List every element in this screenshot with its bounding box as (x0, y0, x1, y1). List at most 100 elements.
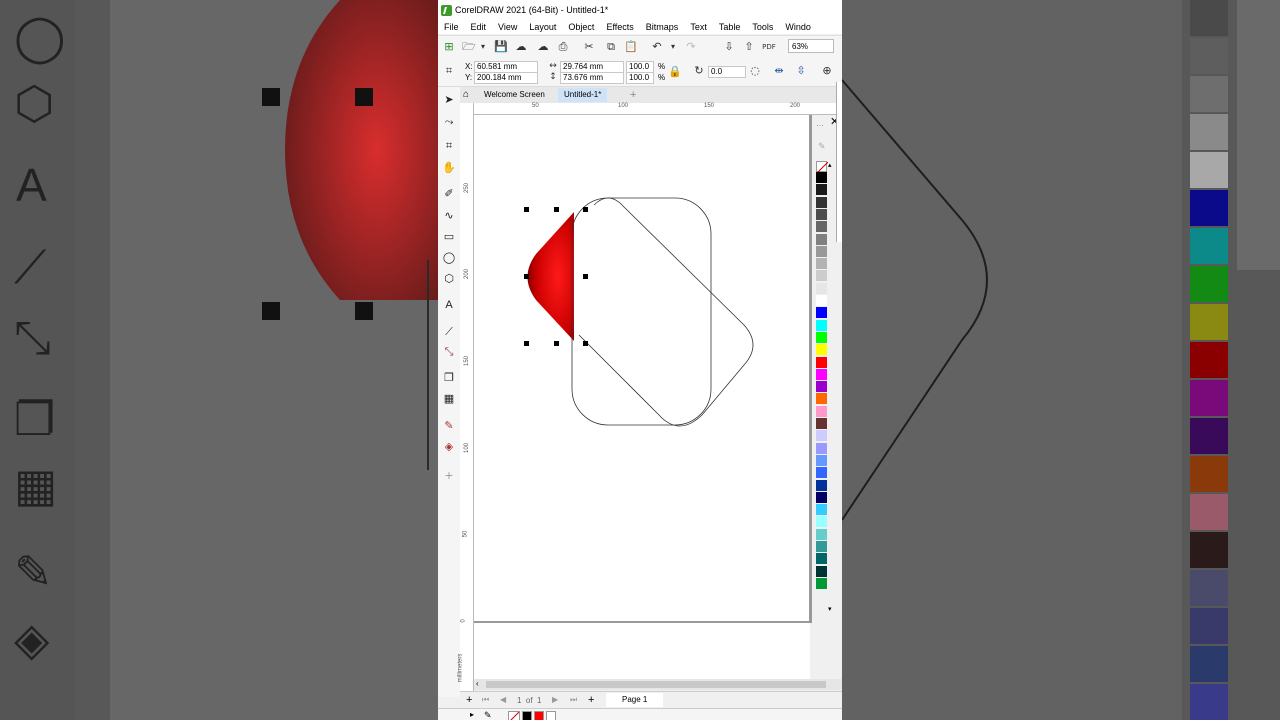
parallel-dimension-tool-icon[interactable]: ⟋ (442, 325, 456, 339)
palette-color-swatch[interactable] (816, 479, 827, 491)
palette-color-swatch[interactable] (816, 565, 827, 577)
palette-color-swatch[interactable] (816, 381, 827, 393)
mirror-horizontal-icon[interactable]: ⇹ (772, 64, 786, 78)
cloud-upload-icon[interactable]: ☁ (514, 40, 528, 54)
document-color-swatch[interactable] (522, 711, 532, 720)
palette-scroll-up-icon[interactable]: ▴ (828, 161, 832, 169)
rectangle-tool-icon[interactable]: ▭ (442, 230, 456, 244)
cloud-download-icon[interactable]: ☁ (536, 40, 550, 54)
open-dropdown-icon[interactable]: ▾ (476, 40, 490, 54)
no-fill-swatch[interactable] (816, 161, 829, 174)
mirror-vertical-icon[interactable]: ⇳ (794, 64, 808, 78)
palette-color-swatch[interactable] (816, 270, 827, 282)
palette-color-swatch[interactable] (816, 442, 827, 454)
next-page-icon[interactable]: ▶ (552, 695, 558, 704)
undo-icon[interactable]: ↶ (650, 40, 664, 54)
drawing-canvas[interactable] (474, 115, 810, 685)
palette-color-swatch[interactable] (816, 516, 827, 528)
palette-color-swatch[interactable] (816, 319, 827, 331)
export-icon[interactable]: ⇧ (742, 40, 756, 54)
palette-color-swatch[interactable] (816, 196, 827, 208)
pick-tool-icon[interactable]: ➤ (442, 93, 456, 107)
palette-color-swatch[interactable] (816, 356, 827, 368)
pan-tool-icon[interactable]: ✋ (442, 161, 456, 175)
add-tab-button[interactable]: + (624, 88, 642, 102)
origin-icon[interactable]: ◌ (748, 64, 762, 78)
menu-layout[interactable]: Layout (523, 22, 562, 32)
palette-color-swatch[interactable] (816, 295, 827, 306)
new-document-icon[interactable]: ⊞ (442, 40, 456, 54)
connector-tool-icon[interactable]: ⤡ (442, 345, 456, 359)
ellipse-tool-icon[interactable]: ◯ (442, 251, 456, 265)
menu-window[interactable]: Windo (779, 22, 817, 32)
palette-color-swatch[interactable] (816, 208, 827, 220)
palette-color-swatch[interactable] (816, 184, 827, 196)
selection-handle[interactable] (524, 341, 529, 346)
y-position-input[interactable]: 200.184 mm (474, 72, 538, 84)
palette-color-swatch[interactable] (816, 393, 827, 405)
menu-text[interactable]: Text (684, 22, 713, 32)
scroll-left-icon[interactable]: ‹ (476, 679, 479, 688)
scale-height-input[interactable]: 100.0 (626, 72, 654, 84)
zoom-level-input[interactable]: 63% (788, 39, 834, 53)
menu-table[interactable]: Table (713, 22, 747, 32)
palette-color-swatch[interactable] (816, 405, 827, 417)
paste-icon[interactable]: 📋 (624, 40, 638, 54)
menu-effects[interactable]: Effects (600, 22, 639, 32)
palette-color-swatch[interactable] (816, 504, 827, 516)
add-page-before-icon[interactable]: + (466, 694, 472, 706)
menu-edit[interactable]: Edit (465, 22, 493, 32)
add-tool-icon[interactable]: + (442, 469, 456, 483)
menu-tools[interactable]: Tools (746, 22, 779, 32)
tab-welcome-screen[interactable]: Welcome Screen (478, 88, 551, 102)
document-color-swatch[interactable] (546, 711, 556, 720)
selection-handle[interactable] (583, 207, 588, 212)
home-icon[interactable]: ⌂ (460, 88, 476, 102)
wrap-text-icon[interactable]: ⊕ (820, 64, 834, 78)
document-color-swatch[interactable] (534, 711, 544, 720)
lock-ratio-icon[interactable]: 🔒 (668, 65, 682, 79)
palette-color-swatch[interactable] (816, 528, 827, 540)
palette-color-swatch[interactable] (816, 258, 827, 270)
shape-tool-icon[interactable]: ⤳ (442, 115, 456, 129)
selection-handle[interactable] (524, 274, 529, 279)
save-icon[interactable]: 💾 (494, 40, 508, 54)
cut-icon[interactable]: ✂ (582, 40, 596, 54)
palette-color-swatch[interactable] (816, 541, 827, 552)
palette-color-swatch[interactable] (816, 467, 827, 479)
import-icon[interactable]: ⇩ (722, 40, 736, 54)
menu-view[interactable]: View (492, 22, 523, 32)
redo-icon[interactable]: ↷ (684, 40, 698, 54)
last-page-icon[interactable]: ⏭ (570, 695, 577, 705)
palette-menu-icon[interactable]: … (816, 119, 824, 128)
menu-object[interactable]: Object (562, 22, 600, 32)
selection-handle[interactable] (554, 341, 559, 346)
palette-color-swatch[interactable] (816, 430, 827, 442)
page-tab[interactable]: Page 1 (606, 693, 664, 707)
palette-color-swatch[interactable] (816, 454, 827, 466)
text-tool-icon[interactable]: A (442, 298, 456, 312)
publish-pdf-icon[interactable]: PDF (762, 40, 776, 54)
interactive-fill-tool-icon[interactable]: ◈ (442, 440, 456, 454)
selection-handle[interactable] (583, 341, 588, 346)
transparency-tool-icon[interactable]: ▦ (442, 392, 456, 406)
drop-shadow-tool-icon[interactable]: ❐ (442, 371, 456, 385)
copy-icon[interactable]: ⧉ (604, 40, 618, 54)
tab-untitled-document[interactable]: Untitled-1* (558, 88, 608, 102)
palette-color-swatch[interactable] (816, 577, 827, 589)
print-icon[interactable]: ⎙ (556, 40, 570, 54)
horizontal-scroll-thumb[interactable] (486, 681, 826, 688)
menu-file[interactable]: File (438, 22, 465, 32)
undo-dropdown-icon[interactable]: ▾ (666, 40, 680, 54)
crop-tool-icon[interactable]: ⌗ (442, 139, 456, 153)
previous-page-icon[interactable]: ◀ (500, 695, 506, 704)
polygon-tool-icon[interactable]: ⬡ (442, 272, 456, 286)
artistic-media-tool-icon[interactable]: ∿ (442, 209, 456, 223)
selection-handle[interactable] (583, 274, 588, 279)
selection-handle[interactable] (524, 207, 529, 212)
add-page-after-icon[interactable]: + (588, 694, 594, 706)
palette-color-swatch[interactable] (816, 418, 827, 429)
palette-color-swatch[interactable] (816, 307, 827, 319)
freehand-tool-icon[interactable]: ✐ (442, 187, 456, 201)
palette-color-swatch[interactable] (816, 491, 827, 503)
